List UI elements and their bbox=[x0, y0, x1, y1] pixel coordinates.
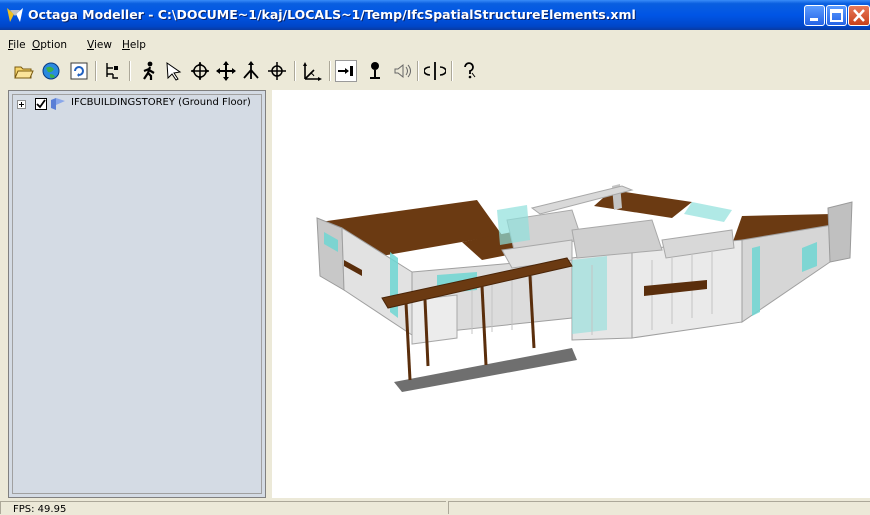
help-icon bbox=[464, 62, 476, 79]
glass-panel bbox=[572, 256, 607, 334]
building-model bbox=[316, 184, 853, 392]
globe-icon bbox=[42, 62, 60, 80]
refresh-icon bbox=[70, 62, 88, 80]
open-button[interactable] bbox=[12, 60, 34, 82]
sound-button[interactable] bbox=[390, 60, 412, 82]
pan-button[interactable] bbox=[215, 60, 237, 82]
tree-item-label: IFCBUILDINGSTOREY (Ground Floor) bbox=[71, 97, 251, 108]
checkmark-icon bbox=[36, 99, 46, 109]
axes-button[interactable] bbox=[301, 60, 323, 82]
menu-option[interactable]: Option bbox=[32, 39, 67, 51]
storey-icon bbox=[51, 98, 65, 110]
close-icon bbox=[853, 9, 865, 22]
scene-tree-panel[interactable]: IFCBUILDINGSTOREY (Ground Floor) bbox=[8, 90, 266, 498]
wall bbox=[827, 201, 853, 263]
pin-button[interactable] bbox=[364, 60, 386, 82]
help-button[interactable] bbox=[458, 60, 480, 82]
menu-bar: File Option View Help bbox=[0, 30, 870, 56]
rotate-icon bbox=[268, 62, 286, 80]
fly-icon bbox=[243, 61, 259, 79]
fps-readout: FPS: 49.95 bbox=[13, 504, 67, 515]
pan-icon bbox=[216, 61, 236, 81]
toolbar-separator bbox=[129, 61, 131, 81]
rotate-button[interactable] bbox=[266, 60, 288, 82]
toolbar-separator bbox=[417, 61, 419, 81]
walk-icon bbox=[143, 61, 155, 80]
title-bar[interactable]: Octaga Modeller - C:\DOCUME~1/kaj/LOCALS… bbox=[0, 0, 870, 30]
web-button[interactable] bbox=[40, 60, 62, 82]
maximize-icon bbox=[830, 9, 843, 22]
target-button[interactable] bbox=[335, 60, 357, 82]
center-icon bbox=[424, 62, 446, 80]
glass-panel bbox=[390, 252, 398, 318]
sound-icon bbox=[394, 63, 411, 79]
window-title: Octaga Modeller - C:\DOCUME~1/kaj/LOCALS… bbox=[28, 7, 636, 22]
wall bbox=[316, 217, 345, 291]
select-arrow-icon bbox=[166, 61, 182, 81]
maximize-button[interactable] bbox=[826, 5, 847, 26]
status-bar: FPS: 49.95 bbox=[0, 500, 870, 515]
close-button[interactable] bbox=[848, 5, 870, 26]
glass-panel bbox=[752, 246, 760, 316]
axes-icon bbox=[303, 62, 322, 81]
scene-tree: IFCBUILDINGSTOREY (Ground Floor) bbox=[12, 94, 262, 494]
tree-item-checkbox[interactable] bbox=[35, 98, 47, 110]
expand-icon[interactable] bbox=[17, 100, 26, 109]
fly-button[interactable] bbox=[240, 60, 262, 82]
select-button[interactable] bbox=[163, 60, 185, 82]
pin-icon bbox=[370, 62, 380, 79]
toolbar-separator bbox=[329, 61, 331, 81]
tree-button[interactable] bbox=[102, 60, 124, 82]
minimize-button[interactable] bbox=[804, 5, 825, 26]
toolbar-separator bbox=[95, 61, 97, 81]
glass-panel bbox=[684, 202, 732, 222]
menu-help[interactable]: Help bbox=[122, 39, 146, 51]
examine-icon bbox=[191, 62, 209, 80]
glass-panel bbox=[497, 205, 530, 245]
minimize-icon bbox=[810, 18, 818, 21]
wall bbox=[411, 294, 458, 345]
toolbar-separator bbox=[451, 61, 453, 81]
toolbar bbox=[0, 56, 870, 90]
tree-icon bbox=[106, 63, 118, 79]
target-icon bbox=[338, 66, 353, 76]
examine-button[interactable] bbox=[189, 60, 211, 82]
menu-file[interactable]: File bbox=[8, 39, 26, 51]
menu-view[interactable]: View bbox=[87, 39, 112, 51]
3d-viewport[interactable] bbox=[272, 90, 870, 498]
reload-button[interactable] bbox=[68, 60, 90, 82]
open-icon bbox=[14, 66, 34, 79]
octaga-app-icon bbox=[7, 8, 23, 22]
status-pane-fps: FPS: 49.95 bbox=[0, 501, 446, 515]
center-button[interactable] bbox=[424, 60, 446, 82]
walk-button[interactable] bbox=[138, 60, 160, 82]
toolbar-separator bbox=[294, 61, 296, 81]
status-pane-empty bbox=[448, 501, 870, 514]
